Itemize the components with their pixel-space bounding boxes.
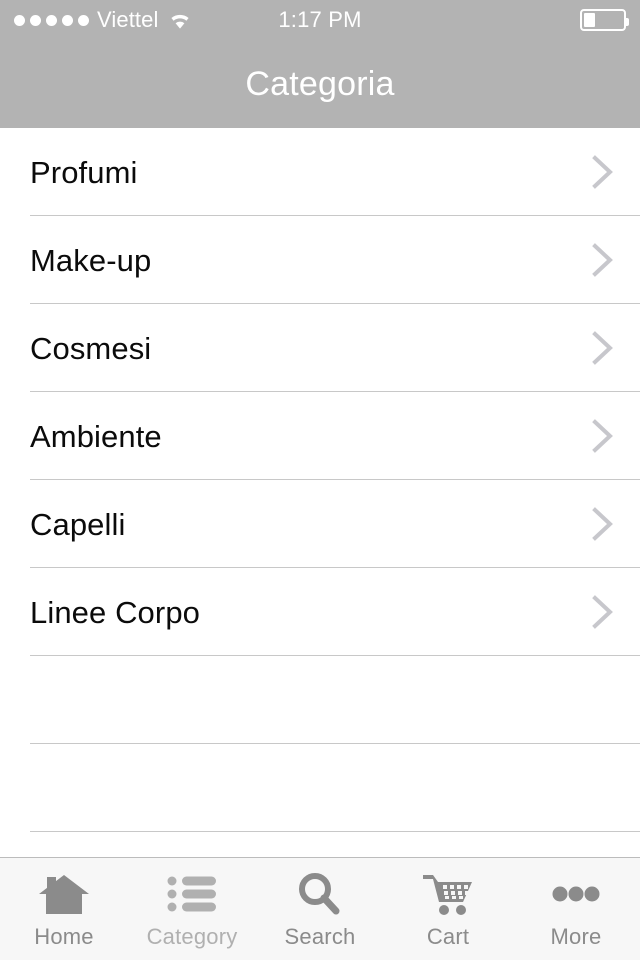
app-screen: Viettel 1:17 PM Categoria Profumi Make-u… [0, 0, 640, 960]
tab-label-category: Category [146, 924, 238, 949]
tab-home[interactable]: Home [0, 858, 128, 960]
status-bar: Viettel 1:17 PM [0, 0, 640, 40]
status-bar-right [580, 0, 629, 40]
list-item-label: Profumi [30, 154, 138, 190]
header-block: Viettel 1:17 PM Categoria [0, 0, 640, 128]
category-list: Profumi Make-up Cosmesi Ambiente Capelli… [0, 128, 640, 857]
cart-icon [420, 868, 476, 920]
list-item-label: Cosmesi [30, 330, 152, 366]
list-item-label: Make-up [30, 242, 152, 278]
list-item-empty [0, 832, 640, 857]
tab-category[interactable]: Category [128, 858, 256, 960]
tab-label-search: Search [284, 924, 356, 949]
list-item[interactable]: Profumi [0, 128, 640, 216]
list-item-empty [0, 656, 640, 744]
home-icon [38, 868, 90, 920]
tab-more[interactable]: More [512, 858, 640, 960]
chevron-right-icon [592, 242, 614, 278]
tab-bar: Home Category Search Cart More [0, 857, 640, 960]
chevron-right-icon [592, 418, 614, 454]
list-item[interactable]: Cosmesi [0, 304, 640, 392]
chevron-right-icon [592, 506, 614, 542]
list-item[interactable]: Ambiente [0, 392, 640, 480]
battery-icon [580, 9, 629, 31]
page-title: Categoria [245, 64, 395, 103]
search-icon [294, 868, 346, 920]
list-item-empty [0, 744, 640, 832]
list-item[interactable]: Linee Corpo [0, 568, 640, 656]
status-bar-time: 1:17 PM [278, 7, 362, 32]
list-item-label: Linee Corpo [30, 594, 200, 630]
list-icon [166, 868, 218, 920]
chevron-right-icon [592, 330, 614, 366]
tab-label-cart: Cart [426, 924, 470, 949]
ellipsis-icon [550, 868, 602, 920]
tab-cart[interactable]: Cart [384, 858, 512, 960]
list-item[interactable]: Capelli [0, 480, 640, 568]
tab-label-home: Home [34, 924, 94, 949]
list-item-label: Capelli [30, 506, 126, 542]
list-item[interactable]: Make-up [0, 216, 640, 304]
tab-search[interactable]: Search [256, 858, 384, 960]
chevron-right-icon [592, 154, 614, 190]
battery-fill [584, 13, 595, 27]
list-item-label: Ambiente [30, 418, 162, 454]
chevron-right-icon [592, 594, 614, 630]
tab-label-more: More [550, 924, 602, 949]
